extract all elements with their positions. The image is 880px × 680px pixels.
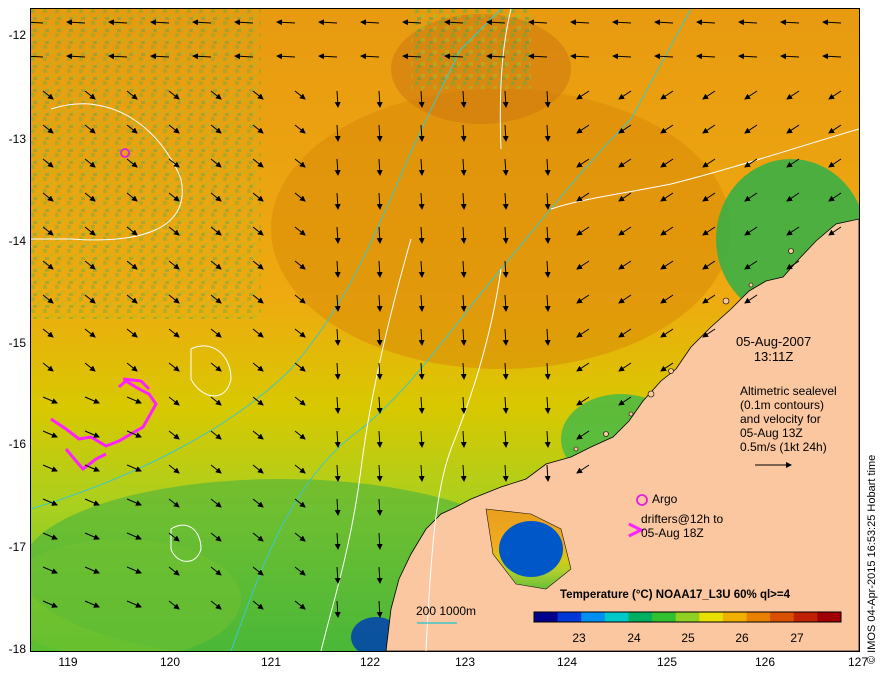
colorbar-swatch xyxy=(793,612,818,622)
colorbar-swatch xyxy=(817,612,842,622)
longitude-label: 122 xyxy=(359,655,381,669)
colorbar-tick-label: 25 xyxy=(681,631,695,645)
longitude-label: 120 xyxy=(159,655,181,669)
colorbar-tick-label: 27 xyxy=(790,631,804,645)
longitude-label: 121 xyxy=(260,655,282,669)
argo-legend-label: Argo xyxy=(652,492,678,506)
longitude-label: 119 xyxy=(58,655,78,669)
altimetry-line: Altimetric sealevel xyxy=(740,384,837,398)
colorbar-title: Temperature (°C) NOAA17_L3U 60% ql>=4 xyxy=(560,589,790,601)
latitude-label: -17 xyxy=(8,540,26,554)
sst-map xyxy=(31,9,859,651)
drifter-legend-line: drifters@12h to xyxy=(641,512,724,526)
depth-scale-label: 200 1000m xyxy=(416,604,477,618)
colorbar-tick-label: 24 xyxy=(627,631,641,645)
latitude-label: -12 xyxy=(8,28,26,42)
map-frame xyxy=(30,8,860,652)
latitude-label: -16 xyxy=(8,437,26,451)
longitude-label: 125 xyxy=(656,655,678,669)
colorbar-swatch xyxy=(746,612,771,622)
altimetry-line: (0.1m contours) xyxy=(740,398,825,412)
temperature-colorbar xyxy=(533,611,842,623)
colorbar-swatch xyxy=(557,612,582,622)
date-label: 05-Aug-2007 xyxy=(736,334,812,349)
altimetry-description: Altimetric sealevel (0.1m contours) and … xyxy=(740,384,837,454)
latitude-label: -14 xyxy=(8,234,26,248)
altimetry-line: 0.5m/s (1kt 24h) xyxy=(740,440,827,454)
longitude-label: 124 xyxy=(556,655,578,669)
time-label: 13:11Z xyxy=(753,349,794,364)
colorbar-swatch xyxy=(770,612,795,622)
cloud-noise-nw xyxy=(31,9,261,319)
longitude-label: 123 xyxy=(454,655,476,669)
colorbar-swatch xyxy=(581,612,606,622)
colorbar-swatch xyxy=(652,612,677,622)
credit-text: © IMOS 04-Apr-2015 16:53:25 Hobart time xyxy=(866,454,878,664)
drifter-legend-line: 05-Aug 18Z xyxy=(641,526,704,540)
longitude-label: 126 xyxy=(754,655,776,669)
latitude-label: -13 xyxy=(8,132,26,146)
colorbar-swatch xyxy=(722,612,748,622)
colorbar-tick-label: 26 xyxy=(735,631,749,645)
colorbar-swatch xyxy=(675,612,700,622)
date-time-block: 05-Aug-2007 13:11Z xyxy=(736,334,811,364)
drifter-legend-label: drifters@12h to 05-Aug 18Z xyxy=(641,512,723,540)
latitude-label: -18 xyxy=(8,642,26,656)
colorbar-tick-label: 23 xyxy=(572,631,586,645)
altimetry-line: and velocity for xyxy=(740,412,821,426)
colorbar-swatch xyxy=(604,612,629,622)
latitude-label: -15 xyxy=(8,336,26,350)
cloud-noise-n xyxy=(411,9,531,89)
warm-core xyxy=(271,89,731,369)
colorbar-swatch xyxy=(534,612,559,622)
bay-cold xyxy=(499,521,563,577)
colorbar-swatch xyxy=(628,612,653,622)
colorbar-swatch xyxy=(699,612,724,622)
altimetry-line: 05-Aug 13Z xyxy=(740,426,803,440)
